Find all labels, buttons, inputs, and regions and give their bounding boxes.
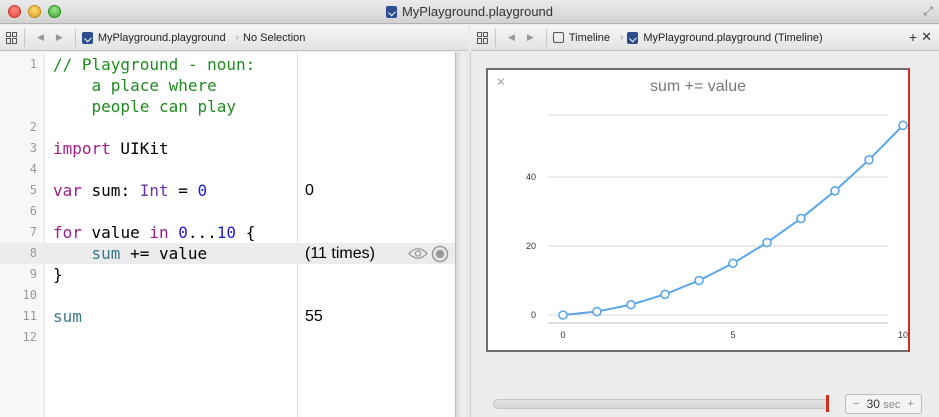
data-point	[626, 299, 636, 310]
duration-increment-button[interactable]: +	[908, 398, 914, 410]
chevron-right-icon: ›	[235, 32, 239, 43]
fullscreen-icon[interactable]: ⤢	[923, 4, 933, 19]
timeline-assistant: ✕ sum += value 0 20 40 0 5 10 − 30 sec +	[471, 52, 939, 417]
result-value: 0	[305, 182, 314, 199]
code-line[interactable]: 5 var sum: Int = 0 0	[0, 180, 455, 201]
line-chart: sum += value 0 20 40 0 5 10	[526, 78, 908, 340]
split-view-divider[interactable]	[455, 52, 471, 417]
code-line[interactable]: 9 }	[0, 264, 455, 285]
timeline-scrubber-handle[interactable]	[826, 395, 829, 412]
code-line[interactable]: 6	[0, 201, 455, 222]
jump-bar-file-label: MyPlayground.playground	[97, 31, 226, 44]
editor-jump-bar: ◀ ▶ MyPlayground.playground › No Selecti…	[0, 25, 468, 51]
code-line[interactable]: 11 sum 55	[0, 306, 455, 327]
assistant-file-label: MyPlayground.playground (Timeline)	[643, 31, 823, 44]
y-tick-label: 40	[526, 172, 536, 182]
back-arrow-icon[interactable]: ◀	[37, 32, 44, 43]
assistant-jump-bar: ◀ ▶ Timeline › MyPlayground.playground (…	[471, 25, 939, 51]
data-point	[592, 306, 602, 317]
related-items-icon[interactable]	[477, 31, 489, 44]
data-point	[830, 186, 840, 196]
assistant-mode-selector[interactable]: Timeline	[552, 31, 611, 44]
duration-value: 30	[866, 397, 880, 411]
forward-arrow-icon[interactable]: ▶	[56, 32, 63, 43]
code-line[interactable]: a place where	[0, 75, 455, 96]
data-point	[762, 237, 772, 248]
x-tick-label: 0	[560, 330, 565, 340]
series-line	[562, 124, 904, 316]
y-tick-label: 0	[531, 310, 536, 320]
y-tick-label: 20	[526, 241, 536, 251]
code-line[interactable]: 7 for value in 0...10 {	[0, 222, 455, 243]
timeline-duration-stepper[interactable]: − 30 sec +	[845, 394, 922, 414]
eye-icon[interactable]	[408, 247, 428, 260]
code-line[interactable]: 3 import UIKit	[0, 138, 455, 159]
related-items-icon[interactable]	[6, 31, 18, 44]
jump-bar-selection[interactable]: No Selection	[243, 32, 305, 44]
code-line[interactable]: 12	[0, 327, 455, 348]
x-tick-label: 10	[898, 330, 908, 340]
code-line[interactable]: 2	[0, 117, 455, 138]
close-icon[interactable]: ✕	[921, 29, 932, 45]
duration-decrement-button[interactable]: −	[853, 398, 859, 410]
plus-icon[interactable]: +	[909, 29, 917, 45]
source-editor[interactable]: 1 // Playground - noun: a place where pe…	[0, 52, 455, 417]
timeline-icon	[552, 32, 564, 43]
code-comment: people can play	[53, 97, 237, 116]
duration-unit: sec	[883, 399, 901, 411]
assistant-mode-label: Timeline	[568, 31, 611, 44]
data-point	[558, 310, 568, 320]
data-point	[728, 258, 738, 269]
forward-arrow-icon[interactable]: ▶	[527, 32, 534, 43]
record-circle-icon[interactable]	[431, 245, 449, 263]
playground-file-icon	[81, 31, 93, 44]
code-line[interactable]: 1 // Playground - noun:	[0, 54, 455, 75]
chart-title: sum += value	[650, 78, 746, 95]
value-history-chart[interactable]: ✕ sum += value 0 20 40 0 5 10	[486, 68, 910, 352]
window-title-bar: MyPlayground.playground ⤢	[0, 0, 939, 24]
data-point	[660, 289, 670, 300]
data-point	[864, 155, 874, 165]
jump-bar-file[interactable]: MyPlayground.playground	[81, 31, 226, 44]
window-title-text: MyPlayground.playground	[401, 4, 554, 19]
chevron-right-icon: ›	[620, 32, 624, 43]
playground-file-icon	[627, 31, 639, 44]
x-tick-label: 5	[730, 330, 735, 340]
playground-file-icon	[385, 6, 397, 18]
back-arrow-icon[interactable]: ◀	[508, 32, 515, 43]
code-line[interactable]: people can play	[0, 96, 455, 117]
timeline-playhead[interactable]	[908, 68, 910, 352]
assistant-file[interactable]: MyPlayground.playground (Timeline)	[627, 31, 823, 44]
timeline-scrubber-track[interactable]	[493, 399, 829, 409]
code-line-current[interactable]: 8 sum += value (11 times)	[0, 243, 455, 264]
data-point	[694, 275, 704, 286]
result-value: 55	[305, 308, 323, 325]
code-line[interactable]: 4	[0, 159, 455, 180]
data-point	[796, 213, 806, 224]
code-line[interactable]: 10	[0, 285, 455, 306]
code-comment: a place where	[53, 76, 217, 95]
window-title: MyPlayground.playground	[0, 4, 939, 19]
result-value: (11 times)	[305, 245, 375, 262]
code-comment: // Playground - noun:	[53, 55, 256, 74]
data-point	[898, 120, 908, 131]
